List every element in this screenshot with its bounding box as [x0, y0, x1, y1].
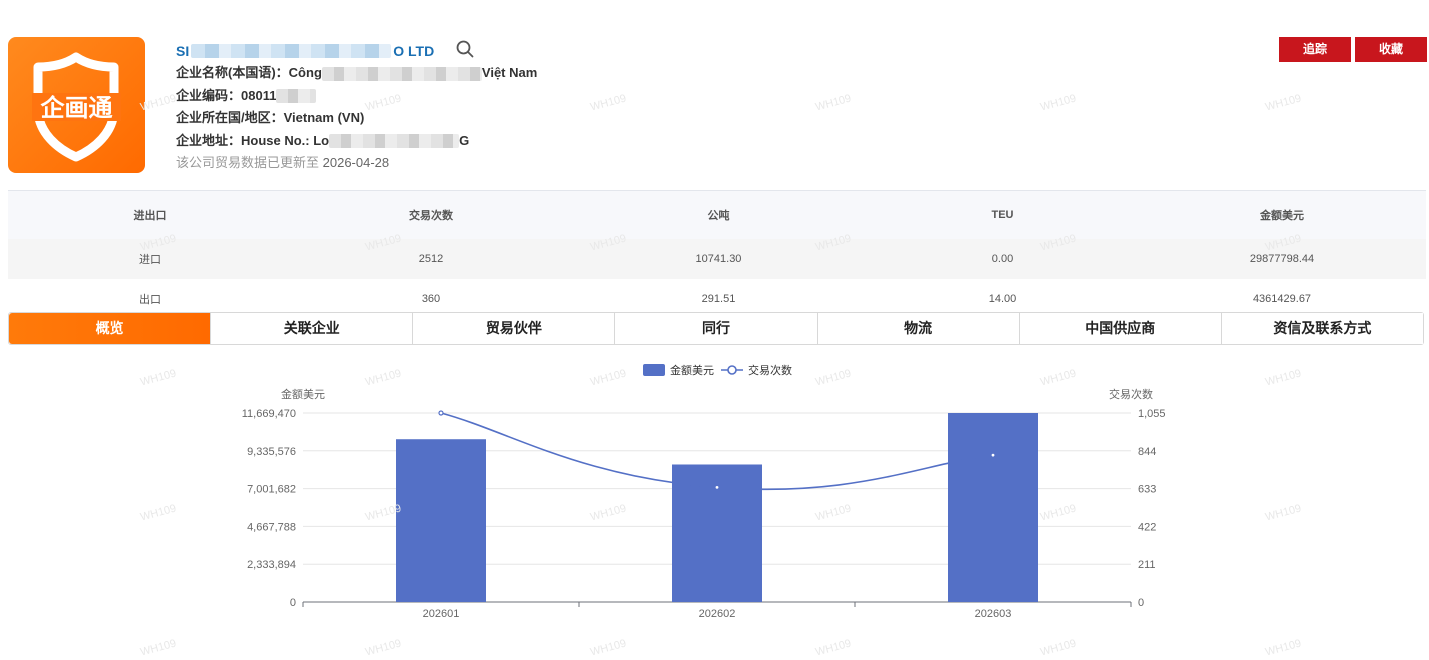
y2-tick-label: 0: [1138, 597, 1144, 609]
cell-direction: 出口: [139, 294, 161, 306]
company-logo: 企画通: [8, 37, 145, 173]
company-name-suffix: O LTD: [393, 43, 435, 59]
y-axis-title: 金额美元: [281, 387, 325, 401]
cell-amount: 29877798.44: [1249, 253, 1315, 265]
chart-bar: [396, 439, 486, 602]
address-label: 企业地址：: [176, 132, 242, 148]
updated-label: 该公司贸易数据已更新至: [176, 155, 320, 170]
local-name-prefix: Công: [288, 65, 322, 80]
track-button[interactable]: 追踪: [1279, 37, 1351, 62]
tab-overview[interactable]: 概览: [9, 313, 211, 344]
trade-stats-table: 进出口 交易次数 公吨 TEU 金额美元 进口 2512 10741.30 0.…: [8, 190, 1426, 319]
cell-teu: 0.00: [991, 253, 1014, 265]
updated-date: 2026-04-28: [322, 155, 390, 170]
y2-axis-title: 交易次数: [1109, 387, 1153, 401]
trade-chart: 0 2,333,894 4,667,788 7,001,682 9,335,576 11,…: [242, 363, 1166, 620]
y2-tick-label: 1,055: [1138, 408, 1166, 420]
section-tabs: 概览 关联企业 贸易伙伴 同行 物流 中国供应商 资信及联系方式: [8, 312, 1424, 345]
x-tick-label: 202602: [699, 608, 736, 620]
header-direction: 进出口: [133, 210, 167, 222]
y-tick-label: 0: [290, 597, 296, 609]
cell-amount: 4361429.67: [1252, 293, 1312, 305]
address-suffix: G: [459, 132, 470, 148]
country-value: Vietnam (VN): [283, 110, 365, 125]
cell-direction: 进口: [139, 254, 161, 266]
redacted-code: [276, 89, 317, 104]
table-row: 进口 2512 10741.30 0.00 29877798.44: [8, 239, 1426, 279]
table-header-row: 进出口 交易次数 公吨 TEU 金额美元: [8, 191, 1426, 239]
header-transactions: 交易次数: [409, 210, 453, 222]
logo-text: 企画通: [41, 94, 113, 122]
tab-related-companies[interactable]: 关联企业: [210, 313, 413, 344]
address-prefix: House No.: Lo: [241, 132, 330, 148]
legend-label: 交易次数: [748, 363, 792, 377]
y-tick-label: 11,669,470: [242, 408, 296, 420]
y-tick-label: 4,667,788: [247, 521, 296, 533]
header-amount: 金额美元: [1260, 210, 1304, 222]
y2-tick-label: 422: [1138, 521, 1156, 533]
tab-credit-contact[interactable]: 资信及联系方式: [1220, 313, 1423, 344]
tab-trade-partners[interactable]: 贸易伙伴: [412, 313, 615, 344]
redacted-name: [191, 44, 392, 58]
company-name-prefix: SI: [176, 43, 190, 59]
y2-tick-label: 633: [1138, 484, 1156, 496]
company-name-row: SI O LTD: [176, 40, 876, 62]
y2-tick-label: 844: [1138, 446, 1156, 458]
favorite-button[interactable]: 收藏: [1355, 37, 1427, 62]
header-teu: TEU: [991, 209, 1014, 221]
company-info: SI O LTD 企业名称(本国语)：Công Việt Nam 企业编码：080…: [176, 40, 876, 174]
code-value: 08011: [241, 87, 277, 103]
cell-transactions: 2512: [418, 253, 444, 265]
y-tick-label: 9,335,576: [247, 446, 296, 458]
legend-bar-swatch: [643, 364, 665, 376]
chart-point: [990, 452, 996, 458]
watermark-text: WH109: [1039, 92, 1078, 114]
chart-point: [714, 484, 720, 490]
y2-tick-label: 211: [1138, 559, 1156, 571]
y-tick-label: 2,333,894: [247, 559, 296, 571]
updated-line: 该公司贸易数据已更新至 2026-04-28: [176, 152, 876, 174]
x-tick-label: 202603: [975, 608, 1012, 620]
chart-bar: [948, 413, 1038, 602]
y-tick-label: 7,001,682: [247, 484, 296, 496]
country-label: 企业所在国/地区：: [176, 110, 284, 125]
cell-teu: 14.00: [988, 293, 1017, 305]
header-tonnes: 公吨: [707, 210, 730, 222]
address-line: 企业地址：House No.: Lo G: [176, 130, 876, 153]
tab-logistics[interactable]: 物流: [816, 313, 1019, 344]
local-name-suffix: Việt Nam: [481, 65, 538, 80]
cell-transactions: 360: [421, 293, 441, 305]
legend-label: 金额美元: [670, 363, 714, 377]
redacted-address: [329, 134, 460, 149]
local-name-label: 企业名称(本国语)：: [176, 65, 289, 80]
watermark-text: WH109: [1264, 92, 1303, 114]
local-name-line: 企业名称(本国语)：Công Việt Nam: [176, 62, 876, 85]
chart-point: [438, 410, 444, 416]
redacted-local-name: [321, 66, 482, 81]
search-icon[interactable]: [456, 40, 474, 63]
cell-tonnes: 291.51: [701, 293, 736, 305]
code-line: 企业编码：08011: [176, 85, 876, 108]
cell-tonnes: 10741.30: [695, 253, 742, 265]
legend-line-marker: [727, 365, 737, 375]
country-line: 企业所在国/地区：Vietnam (VN): [176, 107, 876, 130]
x-tick-label: 202601: [423, 608, 460, 620]
tab-peers[interactable]: 同行: [614, 313, 817, 344]
code-label: 企业编码：: [176, 87, 242, 103]
tab-china-suppliers[interactable]: 中国供应商: [1018, 313, 1221, 344]
